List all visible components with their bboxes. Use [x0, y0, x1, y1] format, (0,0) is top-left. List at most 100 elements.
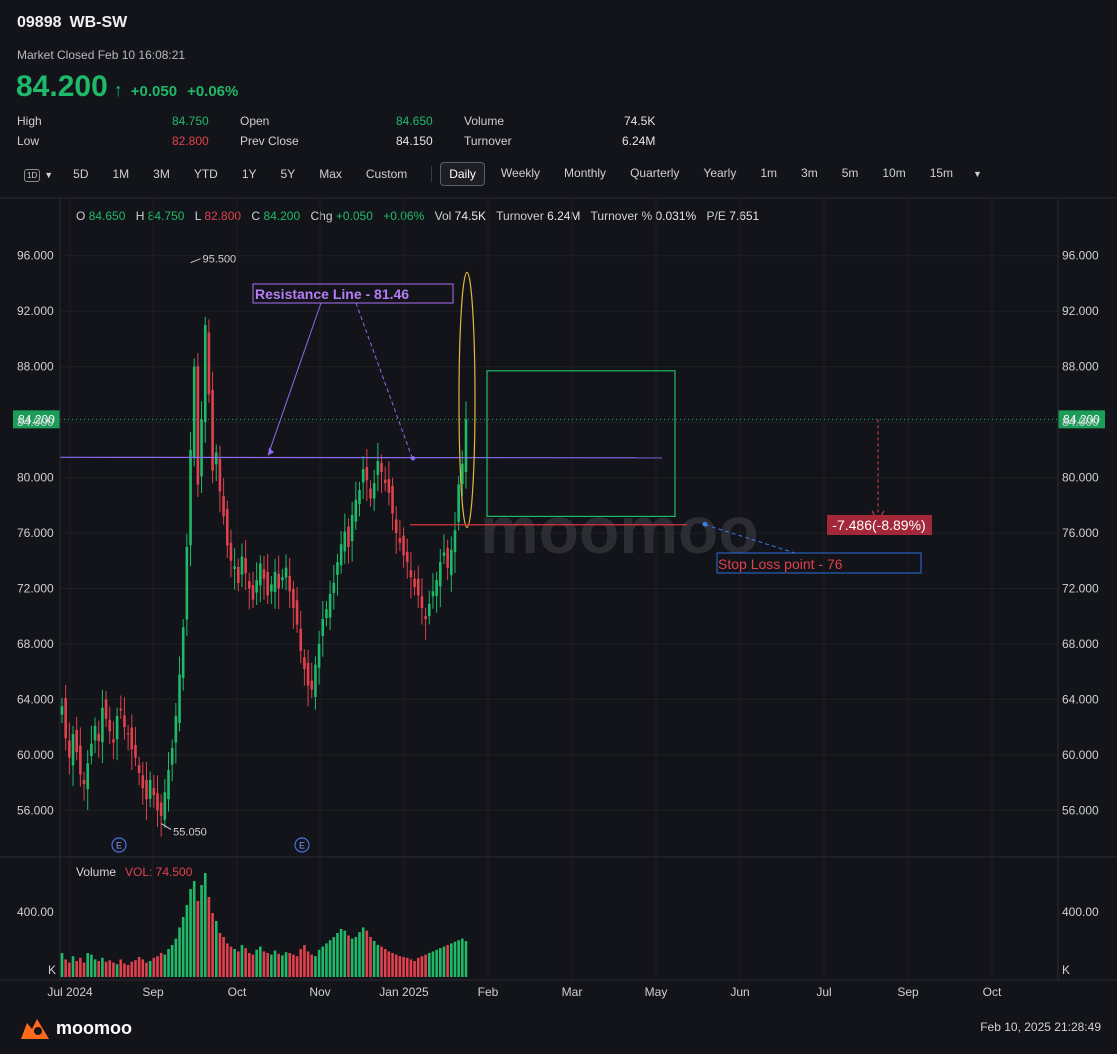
arrow-head-icon [268, 447, 274, 456]
volume-bar [431, 951, 435, 977]
volume-bar [79, 957, 82, 977]
volume-indicator: VOL: 74.500 [125, 865, 193, 879]
volume-bar [181, 917, 185, 977]
candle-body [446, 547, 449, 568]
candle-body [347, 526, 350, 547]
volume-bar [82, 962, 86, 977]
volume-bar [339, 929, 343, 977]
y-tick-right: 88.000 [1062, 360, 1099, 374]
candle-body [464, 419, 468, 473]
y-tick-left: 68.000 [17, 637, 54, 651]
candle-body [343, 531, 347, 552]
candle-body [284, 567, 288, 578]
volume-bar [380, 946, 383, 977]
candle-body [409, 570, 413, 578]
resistance-line [59, 456, 663, 459]
y-tick-right: 80.000 [1062, 471, 1099, 485]
candle-body [192, 366, 196, 459]
x-tick: Sep [897, 985, 919, 999]
candle-body [90, 743, 93, 757]
x-tick: Jun [730, 985, 749, 999]
candle-body [354, 499, 358, 522]
candle-body [189, 449, 192, 546]
candle-body [299, 628, 303, 651]
candle-body [457, 484, 460, 523]
volume-bar [273, 950, 277, 977]
volume-bar [457, 940, 460, 977]
candle-body [376, 460, 380, 475]
candle-body [380, 462, 383, 473]
volume-bar [101, 957, 104, 977]
volume-bar [123, 963, 126, 977]
volume-bar [369, 937, 372, 977]
volume-bar [450, 943, 453, 977]
price-chart[interactable]: moomoo 95.50055.050E E84.200 84.200Resista… [0, 0, 1117, 1054]
breakout-ellipse [458, 271, 476, 529]
x-axis: Jul 2024 Sep Oct Nov Jan 2025 Feb Mar May Jun Jul… [47, 985, 1002, 999]
candle-body [123, 715, 126, 728]
candle-body [427, 603, 431, 617]
high-marker-line [190, 258, 201, 264]
candle-body [314, 664, 317, 697]
moomoo-logo-icon [21, 1019, 49, 1039]
candle-body [405, 551, 409, 563]
y-tick-left: 88.000 [17, 360, 54, 374]
resistance-label: Resistance Line - 81.46 [255, 286, 409, 302]
chart-grid [60, 198, 1058, 980]
volume-bar [141, 959, 145, 977]
volume-bar [277, 953, 280, 977]
candle-body [159, 802, 163, 816]
y-tick-right: 60.000 [1062, 748, 1099, 762]
volume-bar [350, 938, 354, 977]
candle-body [281, 577, 284, 581]
candle-body [71, 734, 75, 766]
volume-bar [424, 954, 427, 977]
volume-bar [218, 933, 222, 977]
volume-title: Volume [76, 865, 116, 879]
candle-body [101, 707, 104, 743]
volume-bar [292, 954, 295, 977]
stop-loss-dot [702, 521, 708, 527]
volume-bar [130, 961, 134, 977]
volume-bar [90, 954, 93, 977]
volume-bar [222, 937, 225, 977]
candle-body [438, 562, 442, 587]
volume-bar [442, 946, 446, 977]
candle-body [112, 739, 115, 743]
candle-body [86, 763, 90, 790]
y-tick-left: 76.000 [17, 526, 54, 540]
candle-body [236, 566, 240, 583]
volume-bar [354, 937, 358, 977]
x-tick: Jul [816, 985, 831, 999]
candle-body [203, 325, 207, 423]
volume-bar [203, 873, 207, 977]
volume-bar [236, 951, 240, 977]
volume-bar [174, 938, 178, 977]
candle-body [251, 584, 255, 600]
candle-body [145, 779, 148, 800]
volume-bar [248, 953, 251, 977]
volume-bar [214, 921, 218, 977]
x-tick: Oct [228, 985, 247, 999]
candle-body [163, 792, 167, 820]
volume-bar [420, 956, 424, 977]
candle-body [225, 508, 229, 546]
volume-bar [233, 949, 236, 977]
y-tick-left: 72.000 [17, 581, 54, 595]
candle-body [134, 744, 137, 758]
candle-body [266, 572, 269, 596]
volume-bar [361, 927, 365, 977]
volume-bar [126, 965, 130, 977]
volume-bar [321, 946, 325, 977]
candle-body [317, 643, 321, 668]
candle-body [453, 530, 457, 553]
volume-bar [75, 961, 78, 977]
volume-bars [60, 873, 468, 977]
volume-bar [240, 945, 244, 977]
candle-body [185, 546, 189, 620]
candle-body [229, 542, 233, 561]
volume-bar [328, 940, 332, 977]
volume-bar [398, 956, 402, 977]
y-tick-right: 84.000 [1062, 415, 1099, 429]
y-tick-left: 80.000 [17, 471, 54, 485]
